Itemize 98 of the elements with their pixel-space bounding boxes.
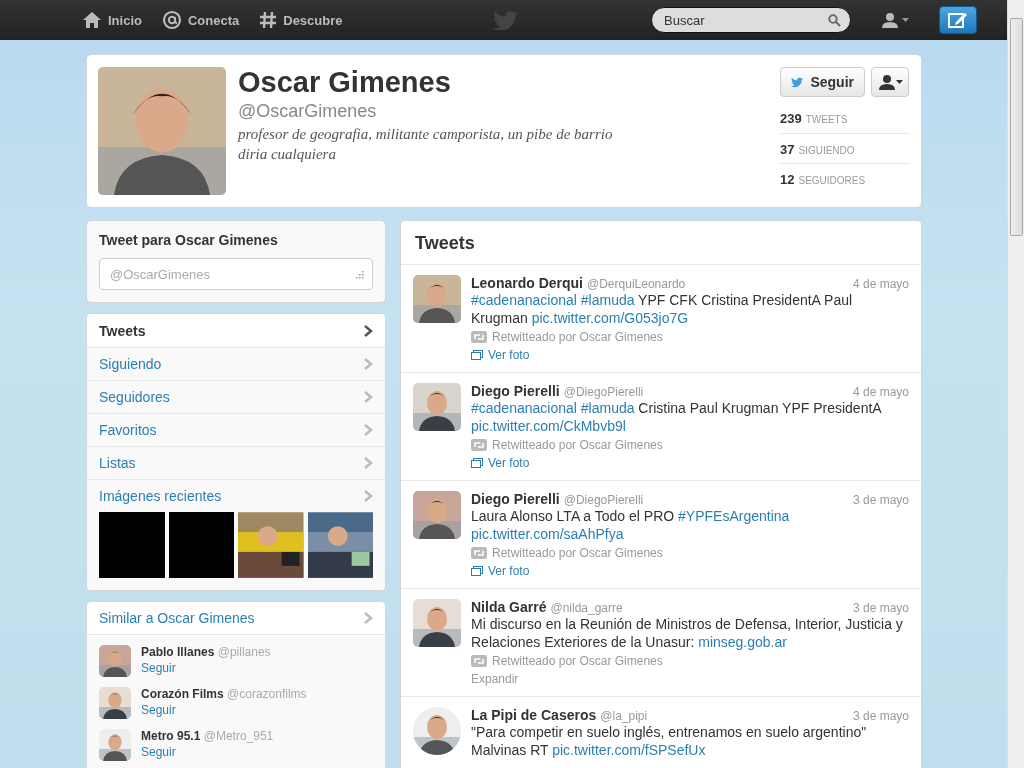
chevron-icon — [364, 612, 373, 624]
view-photo-link[interactable]: Ver foto — [471, 348, 909, 362]
view-photo-link[interactable]: Ver foto — [471, 456, 909, 470]
retweet-icon — [471, 655, 487, 667]
image-thumbnail[interactable] — [168, 512, 234, 578]
image-thumbnail[interactable] — [99, 512, 165, 578]
compose-icon — [948, 11, 968, 29]
menu-item[interactable]: Favoritos — [87, 413, 385, 446]
retweet-note: Retwitteado por Oscar Gimenes — [492, 438, 663, 452]
expand-link[interactable]: Expandir — [471, 672, 909, 686]
tweet-box-title: Tweet para Oscar Gimenes — [99, 232, 279, 248]
user-icon — [877, 74, 896, 90]
retweet-note: Retwitteado por Oscar Gimenes — [492, 330, 663, 344]
search-icon — [828, 14, 841, 27]
menu-item[interactable]: Imágenes recientes — [87, 479, 385, 512]
chevron-icon — [364, 490, 373, 502]
search-field[interactable]: Buscar — [651, 7, 851, 33]
tweet-link[interactable]: #cadenanacional — [471, 292, 577, 308]
profile-handle: @OscarGimenes — [238, 101, 378, 122]
hashtag-icon — [259, 11, 278, 29]
stat-label[interactable]: SEGUIDORES — [798, 175, 866, 186]
menu-item[interactable]: Siguiendo — [87, 347, 385, 380]
profile-name: Oscar Gimenes — [238, 65, 452, 99]
chevron-icon — [364, 457, 373, 469]
photo-icon — [471, 458, 483, 468]
stat-value[interactable]: 12 — [780, 172, 795, 187]
stat-value[interactable]: 239 — [780, 111, 802, 126]
tweet-date[interactable]: 4 de mayo — [852, 385, 909, 399]
tweet-date[interactable]: 3 de mayo — [852, 601, 909, 615]
tweet-link[interactable]: pic.twitter.com/saAhPfya — [471, 526, 624, 542]
bird-icon — [791, 75, 804, 89]
account-name: Pablo Illanes @pillanes — [141, 645, 271, 659]
tweet-text: "Para competir en suelo inglés, entrenamos en suelo argentino" Malvinas RT pic.twitter.com/fSPSefUx — [471, 723, 868, 759]
retweet-icon — [471, 547, 487, 559]
view-photo-link[interactable]: Ver foto — [471, 564, 909, 578]
at-sign-icon — [161, 10, 182, 30]
account-menu-button[interactable] — [881, 12, 909, 28]
timeline-title: Tweets — [401, 221, 921, 265]
stat-label[interactable]: TWEETS — [805, 114, 848, 125]
tweet-link[interactable]: minseg.gob.ar — [698, 634, 787, 650]
home-icon — [82, 11, 102, 29]
menu-item[interactable]: Seguidores — [87, 380, 385, 413]
follow-button[interactable]: Seguir — [780, 67, 865, 97]
user-actions-button[interactable] — [871, 67, 909, 97]
tweet-link[interactable]: #lamuda — [580, 400, 635, 416]
stat-value[interactable]: 37 — [780, 142, 795, 157]
nav-link[interactable]: Inicio — [82, 11, 142, 29]
tweet-author[interactable]: Leonardo Derqui — [471, 275, 583, 291]
stat-label[interactable]: SIGUIENDO — [798, 145, 855, 156]
photo-icon — [471, 350, 483, 360]
photo-icon — [471, 566, 483, 576]
account-name: Metro 95.1 @Metro_951 — [141, 729, 274, 743]
tweet-author[interactable]: Diego Pierelli — [471, 383, 560, 399]
chevron-icon — [364, 358, 373, 370]
tweet-input-field[interactable]: @OscarGimenes — [99, 258, 373, 290]
retweet-note: Retwitteado por Oscar Gimenes — [492, 546, 663, 560]
profile-bio: profesor de geografia, militante camporista, un pibe de barrio diria cualquiera — [238, 125, 614, 164]
tweet-date[interactable]: 3 de mayo — [852, 709, 909, 723]
compose-button[interactable] — [939, 6, 977, 34]
tweet-handle: @DiegoPierelli — [563, 385, 644, 399]
follow-link[interactable]: Seguir — [141, 661, 271, 675]
chevron-icon — [364, 424, 373, 436]
retweet-icon — [471, 331, 487, 343]
tweet-handle: @DiegoPierelli — [563, 493, 644, 507]
tweet-handle: @nilda_garre — [550, 601, 623, 615]
chevron-icon — [364, 391, 373, 403]
tweet-handle: @la_pipi — [600, 709, 648, 723]
tweet-text: #cadenanacional #lamuda YPF CFK Cristina PresidentA Paul Krugman pic.twitter.com/G053jo7G — [471, 291, 854, 327]
chevron-icon — [364, 324, 373, 337]
tweet-text: Laura Alonso LTA a Todo el PRO #YPFEsArgentina pic.twitter.com/saAhPfya — [471, 507, 791, 543]
tweet-text: #cadenanacional #lamuda Cristina Paul Krugman YPF PresidentA pic.twitter.com/CkMbvb9l — [471, 399, 883, 435]
tweet-link[interactable]: #YPFEsArgentina — [678, 508, 790, 524]
tweet-author[interactable]: Diego Pierelli — [471, 491, 560, 507]
tweet-text: Mi discurso en la Reunión de Ministros de Defensa, Interior, Justicia y Relaciones Exteriores de la Unasur: minseg.gob.ar — [471, 615, 904, 651]
tweet-date[interactable]: 3 de mayo — [852, 493, 909, 507]
tweet-author[interactable]: Nilda Garré — [471, 599, 547, 615]
tweet-link[interactable]: pic.twitter.com/CkMbvb9l — [471, 418, 626, 434]
caret-icon — [895, 80, 903, 84]
tweet-handle: @DerquiLeonardo — [587, 277, 686, 291]
retweet-icon — [471, 439, 487, 451]
tweet-date[interactable]: 4 de mayo — [852, 277, 909, 291]
tweet-author[interactable]: La Pipi de Caseros — [471, 707, 597, 723]
retweet-note: Retwitteado por Oscar Gimenes — [492, 654, 663, 668]
menu-item[interactable]: Listas — [87, 446, 385, 479]
nav-link[interactable]: Conecta — [161, 10, 240, 30]
user-icon — [881, 12, 899, 28]
scrollbar[interactable] — [1007, 0, 1024, 768]
account-name: Corazón Films @corazonfilms — [141, 687, 307, 701]
nav-link[interactable]: Descubre — [259, 11, 343, 29]
tweet-link[interactable]: pic.twitter.com/fSPSefUx — [552, 742, 706, 758]
tweet-link[interactable]: pic.twitter.com/G053jo7G — [531, 310, 689, 326]
caret-icon — [902, 18, 909, 22]
follow-link[interactable]: Seguir — [141, 703, 307, 717]
resize-grip-icon — [356, 271, 364, 279]
bird-logo-icon — [492, 10, 519, 30]
follow-link[interactable]: Seguir — [141, 745, 274, 759]
tweet-link[interactable]: #cadenanacional — [471, 400, 577, 416]
tweet-link[interactable]: #lamuda — [580, 292, 635, 308]
